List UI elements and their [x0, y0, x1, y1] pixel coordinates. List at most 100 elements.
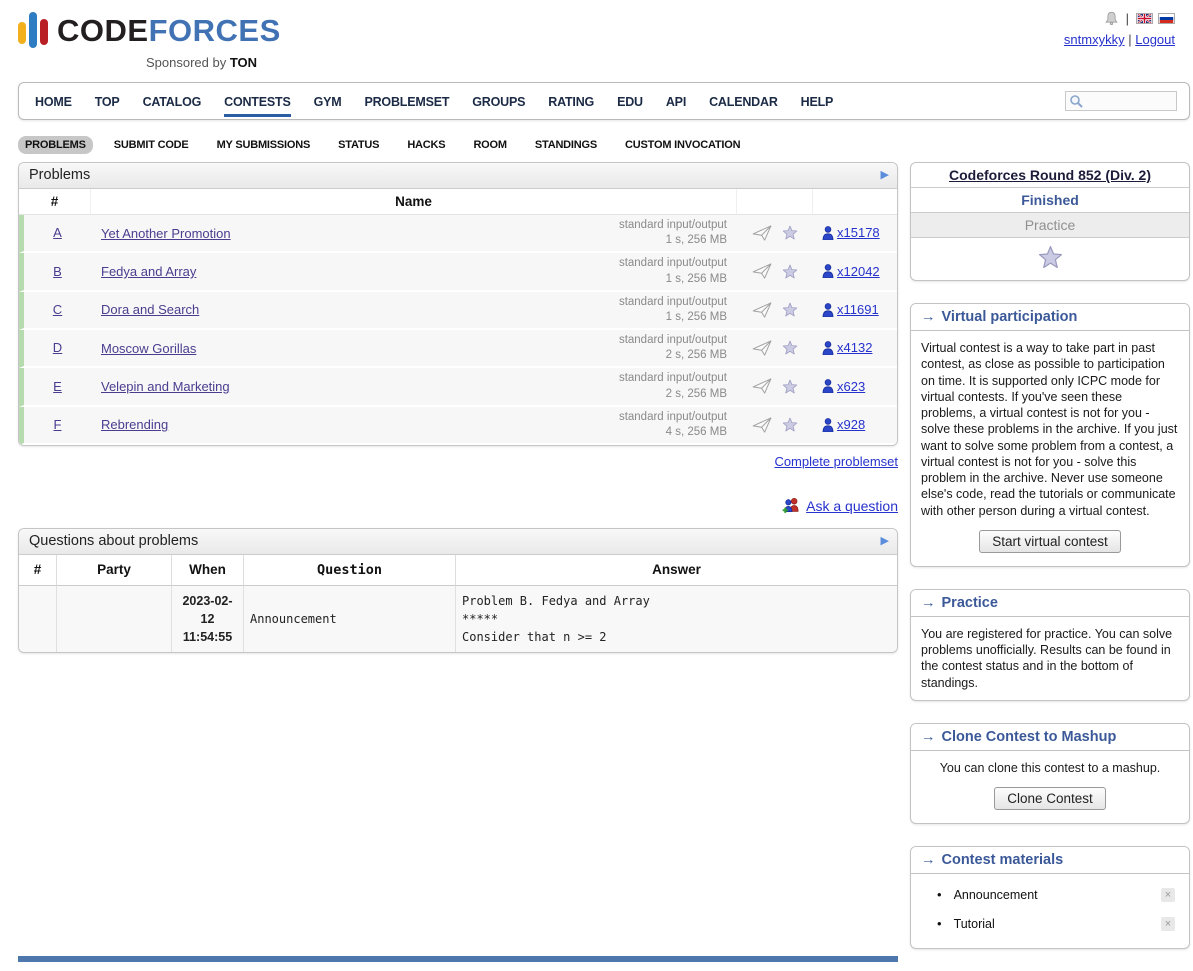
nav-item-top[interactable]: TOP: [95, 85, 120, 117]
nav-item-calendar[interactable]: CALENDAR: [709, 85, 778, 117]
favorite-star-icon[interactable]: [782, 264, 798, 279]
tab-status[interactable]: STATUS: [331, 136, 386, 154]
solved-count-link[interactable]: x12042: [837, 264, 880, 279]
problem-actions-cell: [737, 407, 813, 445]
user-separator: |: [1128, 32, 1131, 47]
problem-name-link[interactable]: Velepin and Marketing: [101, 379, 230, 394]
tab-my-submissions[interactable]: MY SUBMISSIONS: [210, 136, 318, 154]
contest-materials-list: • Announcement × • Tutorial ×: [911, 880, 1189, 938]
nav-item-help[interactable]: HELP: [801, 85, 834, 117]
material-announcement-link[interactable]: Announcement: [954, 888, 1038, 902]
solved-person-icon: [822, 303, 834, 317]
username-link[interactable]: sntmxykky: [1064, 32, 1125, 47]
submit-plane-icon[interactable]: [752, 225, 772, 241]
problem-solved-cell: x4132: [813, 330, 897, 368]
problem-letter-link[interactable]: F: [54, 417, 62, 432]
nav-item-problemset[interactable]: PROBLEMSET: [364, 85, 449, 117]
q-col-index: #: [19, 555, 57, 586]
english-flag-icon[interactable]: [1136, 13, 1153, 24]
logo-text: CODEFORCES: [57, 15, 281, 46]
submit-plane-icon[interactable]: [752, 378, 772, 394]
solved-count-link[interactable]: x11691: [837, 302, 879, 317]
problem-solved-cell: x928: [813, 407, 897, 445]
nav-item-home[interactable]: HOME: [35, 85, 72, 117]
tab-standings[interactable]: STANDINGS: [528, 136, 604, 154]
problem-letter-link[interactable]: E: [53, 379, 62, 394]
problem-limits: standard input/output2 s, 256 MB: [619, 333, 727, 363]
question-index: [19, 586, 57, 652]
list-item: • Announcement ×: [911, 880, 1189, 909]
tab-hacks[interactable]: HACKS: [400, 136, 452, 154]
ask-question-link[interactable]: Ask a question: [806, 498, 898, 514]
col-header-actions: [737, 189, 813, 215]
problem-limits: standard input/output1 s, 256 MB: [619, 256, 727, 286]
solved-count-link[interactable]: x4132: [837, 340, 872, 355]
caption-arrow-icon[interactable]: ▶: [881, 168, 889, 181]
solved-count-link[interactable]: x623: [837, 379, 865, 394]
virtual-participation-box: →Virtual participation Virtual contest i…: [910, 303, 1190, 567]
table-row: A Yet Another Promotion standard input/o…: [19, 215, 897, 253]
contest-sub-navigation: PROBLEMS SUBMIT CODE MY SUBMISSIONS STAT…: [18, 136, 1190, 154]
favorite-star-icon[interactable]: [782, 379, 798, 394]
favorite-star-icon[interactable]: [1038, 245, 1063, 269]
problem-name-link[interactable]: Yet Another Promotion: [101, 226, 231, 241]
q-col-question: Question: [244, 555, 456, 586]
submit-plane-icon[interactable]: [752, 263, 772, 279]
contest-summary-box: Codeforces Round 852 (Div. 2) Finished P…: [910, 162, 1190, 281]
tab-custom-invocation[interactable]: CUSTOM INVOCATION: [618, 136, 747, 154]
solved-count-link[interactable]: x15178: [837, 225, 880, 240]
problem-letter-link[interactable]: B: [53, 264, 62, 279]
favorite-star-icon[interactable]: [782, 417, 798, 432]
contest-title-link[interactable]: Codeforces Round 852 (Div. 2): [949, 167, 1151, 183]
q-col-when: When: [172, 555, 244, 586]
complete-problemset-link[interactable]: Complete problemset: [774, 454, 898, 469]
problem-letter-link[interactable]: D: [53, 340, 62, 355]
problem-name-link[interactable]: Moscow Gorillas: [101, 341, 196, 356]
submit-plane-icon[interactable]: [752, 417, 772, 433]
logout-link[interactable]: Logout: [1135, 32, 1175, 47]
start-virtual-contest-button[interactable]: Start virtual contest: [979, 530, 1121, 553]
solved-person-icon: [822, 341, 834, 355]
problem-solved-cell: x623: [813, 368, 897, 406]
problems-section: Problems ▶ # Name A Yet Another Promotio…: [18, 162, 898, 446]
nav-item-catalog[interactable]: CATALOG: [143, 85, 202, 117]
nav-item-rating[interactable]: RATING: [548, 85, 594, 117]
bullet-icon: •: [937, 916, 942, 931]
solved-count-link[interactable]: x928: [837, 417, 865, 432]
problem-letter-link[interactable]: A: [53, 225, 62, 240]
footer-bar: [18, 956, 898, 962]
problem-name-link[interactable]: Rebrending: [101, 417, 168, 432]
problem-name-link[interactable]: Dora and Search: [101, 302, 199, 317]
problem-name-link[interactable]: Fedya and Array: [101, 264, 196, 279]
close-icon[interactable]: ×: [1161, 917, 1175, 931]
questions-table: # Party When Question Answer 2023-02-12 …: [19, 555, 897, 652]
nav-item-groups[interactable]: GROUPS: [472, 85, 525, 117]
tab-submit-code[interactable]: SUBMIT CODE: [107, 136, 196, 154]
ask-question-icon: [782, 497, 800, 514]
russian-flag-icon[interactable]: [1158, 13, 1175, 24]
submit-plane-icon[interactable]: [752, 302, 772, 318]
nav-item-contests[interactable]: CONTESTS: [224, 85, 290, 117]
nav-item-api[interactable]: API: [666, 85, 686, 117]
arrow-right-icon: →: [921, 729, 936, 745]
nav-item-edu[interactable]: EDU: [617, 85, 643, 117]
caption-arrow-icon[interactable]: ▶: [881, 534, 889, 547]
problem-limits: standard input/output4 s, 256 MB: [619, 410, 727, 440]
clone-contest-button[interactable]: Clone Contest: [994, 787, 1106, 810]
close-icon[interactable]: ×: [1161, 888, 1175, 902]
favorite-star-icon[interactable]: [782, 225, 798, 240]
nav-item-gym[interactable]: GYM: [314, 85, 342, 117]
solved-person-icon: [822, 379, 834, 393]
bell-icon[interactable]: [1104, 11, 1119, 26]
problem-actions-cell: [737, 253, 813, 291]
submit-plane-icon[interactable]: [752, 340, 772, 356]
problem-letter-link[interactable]: C: [53, 302, 62, 317]
header-user-area: | sntmxykky | Logout: [1064, 8, 1187, 70]
material-tutorial-link[interactable]: Tutorial: [954, 917, 995, 931]
favorite-star-icon[interactable]: [782, 302, 798, 317]
problem-solved-cell: x11691: [813, 292, 897, 330]
tab-room[interactable]: ROOM: [466, 136, 513, 154]
codeforces-logo[interactable]: CODEFORCES Sponsored by TON: [18, 8, 281, 70]
tab-problems[interactable]: PROBLEMS: [18, 136, 93, 154]
favorite-star-icon[interactable]: [782, 340, 798, 355]
